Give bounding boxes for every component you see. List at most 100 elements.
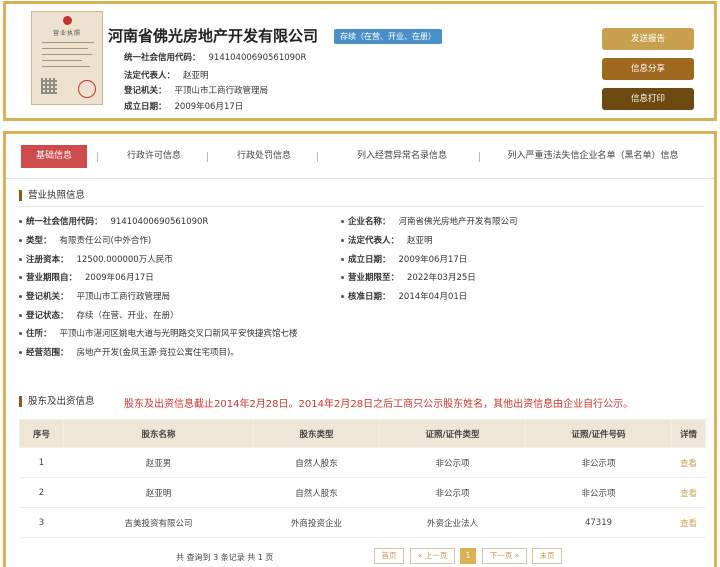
column-header: 股东类型 (253, 419, 380, 448)
license-text-line (42, 66, 90, 67)
field-approval-date: 核准日期： 2014年04月01日 (341, 290, 467, 302)
header-row-value: 赵亚明 (183, 71, 209, 81)
field-value: 平顶山市工商行政管理局 (76, 292, 171, 302)
tab-divider (479, 152, 480, 162)
table-cell: 赵亚男 (63, 447, 254, 478)
field-value: 2009年06月17日 (398, 255, 468, 265)
table-cell: 自然人股东 (253, 477, 380, 508)
field-key: 企业名称： (348, 217, 391, 227)
send-report-button[interactable]: 发送报告 (602, 28, 694, 50)
bullet-icon (341, 295, 344, 298)
field-key: 核准日期： (348, 292, 391, 302)
table-cell: 赵亚明 (63, 477, 254, 508)
header-legal-rep-row: 法定代表人： 赵亚明 (124, 69, 209, 81)
field-key: 住所： (26, 329, 52, 339)
view-detail-link[interactable]: 查看 (671, 507, 706, 538)
column-header: 序号 (19, 419, 64, 448)
license-section-title: 营业执照信息 (19, 190, 85, 201)
table-cell: 47319 (525, 507, 672, 538)
table-cell: 1 (19, 447, 64, 478)
field-value: 2022年03月25日 (407, 273, 476, 283)
table-cell: 3 (19, 507, 64, 538)
field-legal-rep: 法定代表人： 赵亚明 (341, 234, 433, 246)
share-info-button[interactable]: 信息分享 (602, 58, 694, 80)
field-key: 统一社会信用代码： (26, 217, 103, 227)
header-row-value: 2009年06月17日 (174, 102, 244, 112)
field-address: 住所： 平顶山市湛河区姚电大道与光明路交叉口新风平安快捷宾馆七楼 (19, 327, 298, 339)
column-header: 证照/证件类型 (379, 419, 526, 448)
field-key: 注册资本： (26, 255, 69, 265)
table-row: 3 吉美投资有限公司 外商投资企业 外资企业法人 47319 查看 (19, 507, 706, 538)
table-header-row: 序号 股东名称 股东类型 证照/证件类型 证照/证件号码 详情 (19, 419, 706, 448)
last-page-button[interactable]: 末页 (532, 548, 562, 564)
header-row-key: 成立日期： (124, 102, 167, 112)
bullet-icon (19, 220, 22, 223)
column-header: 股东名称 (63, 419, 254, 448)
table-row: 2 赵亚明 自然人股东 非公示项 非公示项 查看 (19, 477, 706, 508)
bullet-icon (19, 314, 22, 317)
field-value: 平顶山市湛河区姚电大道与光明路交叉口新风平安快捷宾馆七楼 (59, 329, 298, 339)
details-panel: 基础信息 行政许可信息 行政处罚信息 列入经营异常名录信息 列入严重违法失信企业… (3, 131, 717, 567)
view-detail-link[interactable]: 查看 (671, 477, 706, 508)
license-text-line (42, 42, 94, 43)
field-key: 成立日期： (348, 255, 391, 265)
tab-admin-penalty[interactable]: 行政处罚信息 (221, 145, 307, 168)
header-row-key: 登记机关： (124, 86, 167, 96)
table-cell: 外资企业法人 (379, 507, 526, 538)
status-badge: 存续（在营、开业、在册） (334, 29, 442, 44)
license-text-line (42, 54, 92, 55)
prev-page-button[interactable]: « 上一页 (410, 548, 455, 564)
header-established-row: 成立日期： 2009年06月17日 (124, 100, 243, 112)
header-row-key: 统一社会信用代码： (124, 53, 201, 63)
field-value: 12500.000000万人民币 (76, 255, 173, 265)
field-company-name: 企业名称： 河南省佛光房地产开发有限公司 (341, 215, 518, 227)
column-header: 详情 (671, 419, 706, 448)
tab-basic-info[interactable]: 基础信息 (21, 145, 87, 168)
tab-divider (97, 152, 98, 162)
first-page-button[interactable]: 首页 (374, 548, 404, 564)
field-value: 91410400690561090R (110, 217, 209, 227)
current-page-button[interactable]: 1 (460, 548, 476, 564)
tab-divider (317, 152, 318, 162)
tab-admin-license[interactable]: 行政许可信息 (111, 145, 197, 168)
tab-abnormal-operation[interactable]: 列入经营异常名录信息 (335, 145, 469, 168)
tabs-divider (6, 178, 714, 179)
header-credit-code-row: 统一社会信用代码： 91410400690561090R (124, 51, 306, 63)
company-name-title: 河南省佛光房地产开发有限公司 (108, 27, 319, 45)
info-tabs: 基础信息 行政许可信息 行政处罚信息 列入经营异常名录信息 列入严重违法失信企业… (19, 145, 695, 168)
bullet-icon (341, 220, 344, 223)
tab-divider (207, 152, 208, 162)
table-row: 1 赵亚男 自然人股东 非公示项 非公示项 查看 (19, 447, 706, 478)
license-text-line (42, 60, 82, 61)
company-header-panel: 营业执照 河南省佛光房地产开发有限公司 存续（在营、开业、在册） 统一社会信用代… (3, 1, 717, 121)
official-seal-icon (78, 80, 96, 98)
field-registered-capital: 注册资本： 12500.000000万人民币 (19, 253, 173, 265)
field-value: 河南省佛光房地产开发有限公司 (398, 217, 518, 227)
field-registration-authority: 登记机关： 平顶山市工商行政管理局 (19, 290, 170, 302)
table-cell: 非公示项 (525, 477, 672, 508)
field-key: 类型： (26, 236, 52, 246)
shareholder-notice: 股东及出资信息截止2014年2月28日。2014年2月28日之后工商只公示股东姓… (124, 399, 634, 410)
table-cell: 非公示项 (379, 447, 526, 478)
table-cell: 非公示项 (379, 477, 526, 508)
tab-blacklist[interactable]: 列入严重违法失信企业名单（黑名单）信息 (491, 145, 695, 168)
field-value: 2014年04月01日 (398, 292, 468, 302)
table-cell: 外商投资企业 (253, 507, 380, 538)
license-text-line (42, 48, 88, 49)
field-registration-status: 登记状态： 存续（在营、开业、在册） (19, 309, 179, 321)
business-license-image[interactable]: 营业执照 (31, 11, 103, 105)
field-value: 有限责任公司(中外合作) (59, 236, 152, 246)
license-caption: 营业执照 (52, 30, 81, 37)
view-detail-link[interactable]: 查看 (671, 447, 706, 478)
bullet-icon (19, 276, 22, 279)
print-info-button[interactable]: 信息打印 (602, 88, 694, 110)
next-page-button[interactable]: 下一页 » (482, 548, 527, 564)
header-row-value: 91410400690561090R (208, 53, 307, 63)
shareholder-section-header: 股东及出资信息 股东及出资信息截止2014年2月28日。2014年2月28日之后… (19, 391, 704, 413)
bullet-icon (19, 351, 22, 354)
qr-code-icon (41, 78, 57, 94)
section-divider (19, 206, 704, 207)
header-row-value: 平顶山市工商行政管理局 (174, 86, 269, 96)
field-key: 营业期限自： (26, 273, 78, 283)
field-key: 登记状态： (26, 311, 69, 321)
